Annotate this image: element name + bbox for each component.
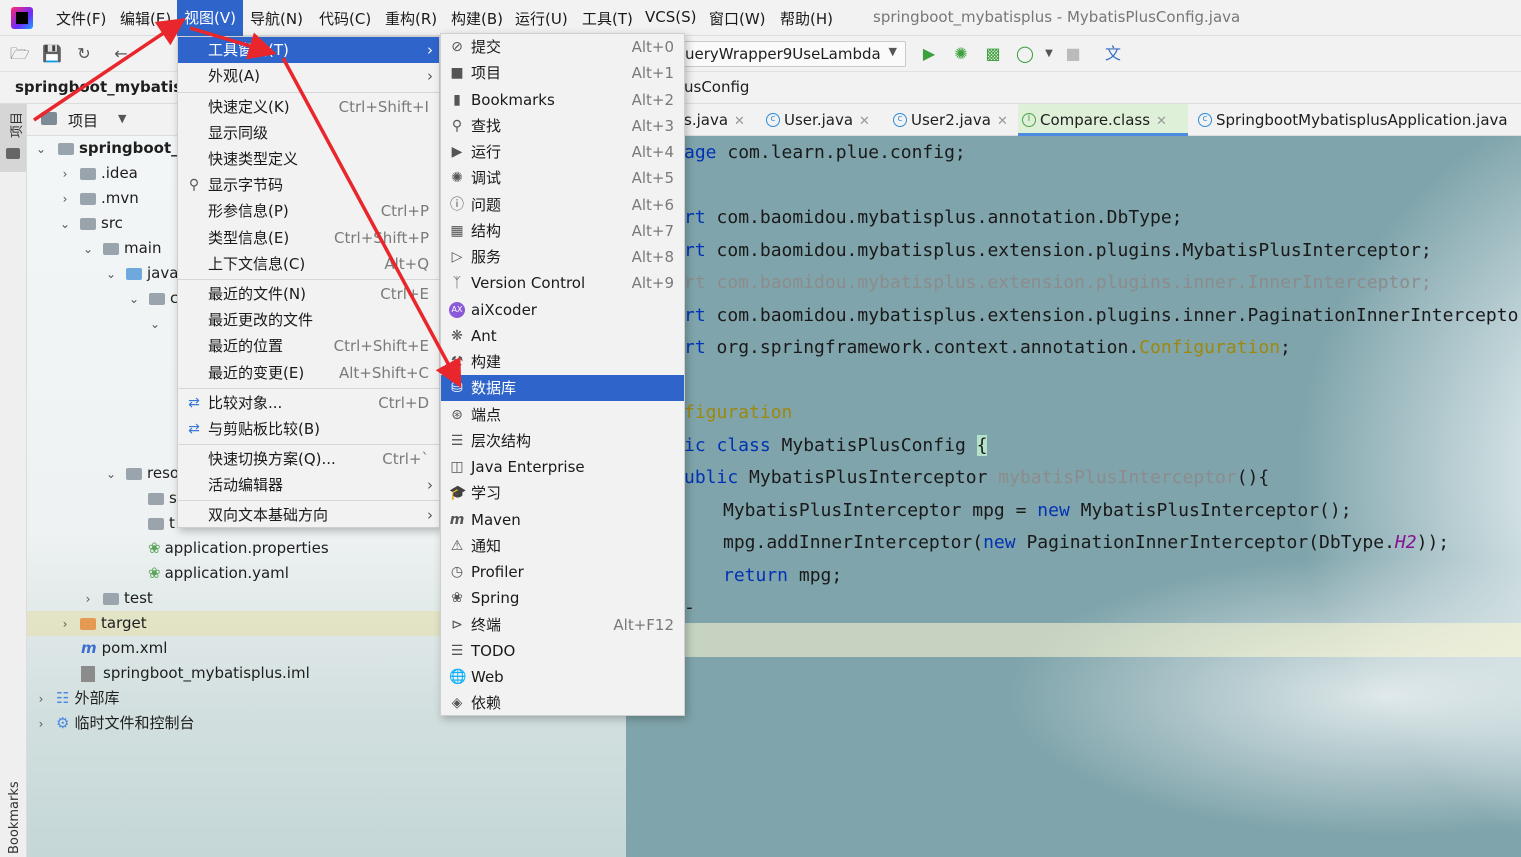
arrow-to-view-menu [33,18,186,122]
annotation-arrows [33,18,462,389]
arrow-to-tool-windows [189,26,277,60]
arrow-to-database [281,57,462,389]
